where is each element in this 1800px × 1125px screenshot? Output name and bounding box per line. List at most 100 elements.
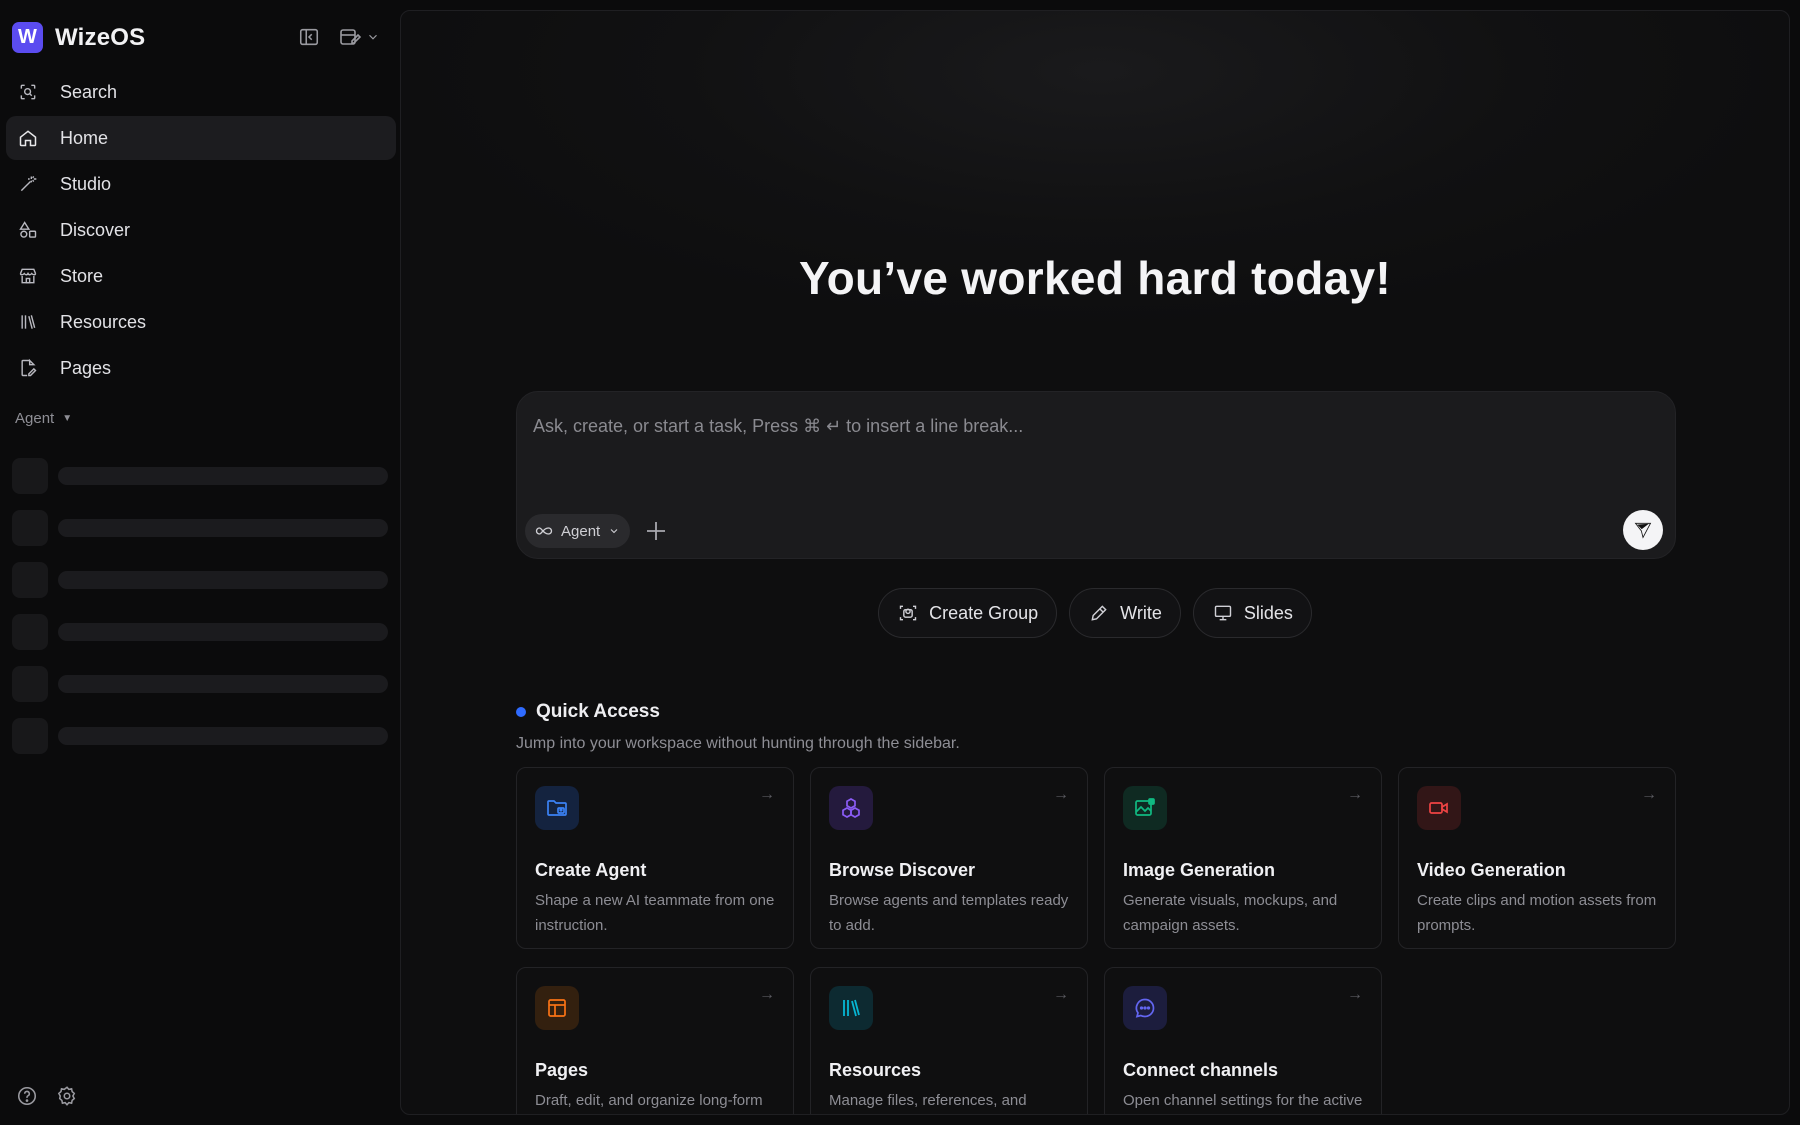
chat-bubble-icon [1123,986,1167,1030]
magic-wand-icon [16,172,40,196]
card-pages[interactable]: → Pages Draft, edit, and organize long-f… [516,967,794,1114]
chip-label: Slides [1243,602,1293,623]
quick-access-title: Quick Access [536,701,660,722]
sidebar-item-home[interactable]: Home [6,116,396,160]
card-resources[interactable]: → Resources Manage files, references, an… [810,967,1088,1114]
library-icon [16,310,40,334]
page-edit-icon [16,356,40,380]
home-icon [16,126,40,150]
caret-down-icon: ▼ [62,413,73,424]
card-description: Browse agents and templates ready to add… [829,892,1069,934]
skeleton-avatar [12,510,48,546]
skeleton-bar [58,571,388,589]
card-description: Generate visuals, mockups, and campaign … [1123,892,1338,934]
sidebar-item-pages[interactable]: Pages [6,346,396,390]
layout-icon [535,986,579,1030]
search-icon [16,80,40,104]
skeleton-bar [58,623,388,641]
skeleton-row [12,450,390,502]
card-image-generation[interactable]: → Image Generation Generate visuals, moc… [1104,767,1382,949]
cubes-icon [829,786,873,830]
store-icon [16,264,40,288]
slides-button[interactable]: Slides [1192,588,1312,638]
image-icon [1123,786,1167,830]
settings-button[interactable] [56,1085,78,1112]
agent-mode-label: Agent [561,522,601,540]
collapse-sidebar-button[interactable] [296,24,322,50]
write-button[interactable]: Write [1069,588,1181,638]
arrow-right-icon: → [759,986,775,1003]
quick-action-chips: Create Group Write Slides [401,588,1789,638]
sidebar-item-studio[interactable]: Studio [6,162,396,206]
chip-label: Write [1120,602,1162,623]
skeleton-row [12,502,390,554]
help-button[interactable] [16,1085,38,1112]
card-description: Shape a new AI teammate from one instruc… [535,892,775,934]
agent-section-label: Agent [15,410,55,427]
help-icon [17,1086,37,1106]
skeleton-row [12,658,390,710]
sidebar-item-resources[interactable]: Resources [6,300,396,344]
sidebar-item-label: Discover [60,219,131,240]
arrow-right-icon: → [759,786,775,803]
arrow-right-icon: → [1347,986,1363,1003]
add-attachment-button[interactable] [643,518,669,544]
app-window: W WizeOS Search Home Studio Discover Sto… [0,0,1800,1125]
skeleton-bar [58,727,388,745]
prompt-input[interactable] [533,412,1633,440]
card-description: Draft, edit, and organize long-form work… [535,1092,763,1109]
skeleton-bar [58,467,388,485]
sidebar-toggle-icon [299,28,319,46]
status-dot [516,707,526,717]
card-title: Connect channels [1123,1060,1279,1080]
infinity-icon [535,527,553,535]
send-button[interactable] [1623,510,1663,550]
gear-icon [57,1086,76,1106]
quick-access-heading: Quick Access [516,701,660,723]
skeleton-row [12,554,390,606]
quick-access-subtitle: Jump into your workspace without hunting… [516,735,960,752]
shapes-icon [16,218,40,242]
card-title: Image Generation [1123,860,1276,880]
main-panel: You’ve worked hard today! Agent Create G… [400,10,1790,1115]
sidebar-item-search[interactable]: Search [6,70,396,114]
card-title: Browse Discover [829,860,976,880]
card-create-agent[interactable]: → Create Agent Shape a new AI teammate f… [516,767,794,949]
skeleton-row [12,606,390,658]
card-title: Video Generation [1417,860,1566,880]
skeleton-avatar [12,614,48,650]
card-connect-channels[interactable]: → Connect channels Open channel settings… [1104,967,1382,1114]
skeleton-row [12,710,390,762]
agent-section-toggle[interactable]: Agent ▼ [15,410,72,427]
sidebar-footer [16,1085,78,1112]
sidebar-item-store[interactable]: Store [6,254,396,298]
skeleton-bar [58,675,388,693]
new-chat-dropdown[interactable] [338,25,380,49]
app-name: WizeOS [55,23,146,51]
composer: Agent [516,391,1676,559]
brand[interactable]: W WizeOS [12,22,145,53]
sidebar-item-label: Home [60,127,109,148]
app-logo: W [12,22,43,53]
skeleton-bar [58,519,388,537]
card-browse-discover[interactable]: → Browse Discover Browse agents and temp… [810,767,1088,949]
card-description: Create clips and motion assets from prom… [1417,892,1657,934]
skeleton-avatar [12,458,48,494]
arrow-right-icon: → [1053,786,1069,803]
arrow-right-icon: → [1053,986,1069,1003]
sidebar-item-label: Studio [60,173,112,194]
chevron-down-icon [610,529,618,534]
card-video-generation[interactable]: → Video Generation Create clips and moti… [1398,767,1676,949]
send-icon [1634,522,1652,539]
skeleton-avatar [12,666,48,702]
card-description: Manage files, references, and knowledge. [829,1092,1027,1109]
agent-mode-dropdown[interactable]: Agent [525,514,631,548]
arrow-right-icon: → [1641,786,1657,803]
sidebar-item-label: Pages [60,357,112,378]
create-group-button[interactable]: Create Group [878,588,1058,638]
video-icon [1417,786,1461,830]
library-icon [829,986,873,1030]
sidebar-item-discover[interactable]: Discover [6,208,396,252]
card-title: Create Agent [535,860,647,880]
sidebar-item-label: Store [60,265,104,286]
